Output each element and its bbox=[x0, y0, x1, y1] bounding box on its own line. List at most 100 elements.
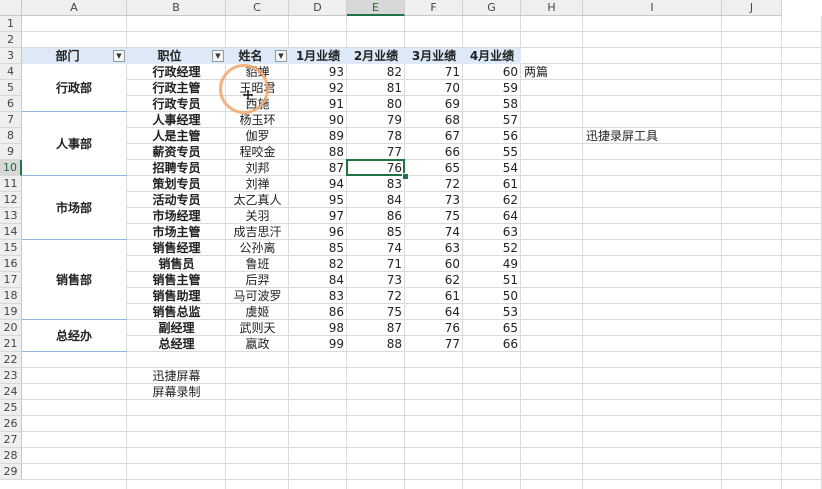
month-value-cell[interactable]: 80 bbox=[347, 96, 405, 112]
month-value-cell[interactable]: 98 bbox=[289, 320, 347, 336]
position-cell[interactable]: 销售员 bbox=[127, 256, 226, 272]
position-cell[interactable]: 销售经理 bbox=[127, 240, 226, 256]
column-header-d[interactable]: D bbox=[289, 0, 347, 16]
column-header-c[interactable]: C bbox=[226, 0, 289, 16]
month-value-cell[interactable]: 96 bbox=[289, 224, 347, 240]
row-header-29[interactable]: 29 bbox=[0, 464, 22, 480]
name-cell[interactable]: 杨玉环 bbox=[226, 112, 289, 128]
name-cell[interactable]: 公孙离 bbox=[226, 240, 289, 256]
month-value-cell[interactable]: 86 bbox=[289, 304, 347, 320]
month-value-cell[interactable]: 83 bbox=[347, 176, 405, 192]
month-value-cell[interactable]: 86 bbox=[347, 208, 405, 224]
row-header-19[interactable]: 19 bbox=[0, 304, 22, 320]
row-header-15[interactable]: 15 bbox=[0, 240, 22, 256]
extra-note-b23[interactable]: 迅捷屏幕 bbox=[127, 368, 226, 384]
month-value-cell[interactable]: 85 bbox=[289, 240, 347, 256]
month-value-cell[interactable]: 54 bbox=[463, 160, 521, 176]
name-cell[interactable]: 关羽 bbox=[226, 208, 289, 224]
row-header-17[interactable]: 17 bbox=[0, 272, 22, 288]
position-cell[interactable]: 市场主管 bbox=[127, 224, 226, 240]
name-cell[interactable]: 刘邦 bbox=[226, 160, 289, 176]
month-value-cell[interactable]: 64 bbox=[405, 304, 463, 320]
month-value-cell[interactable]: 50 bbox=[463, 288, 521, 304]
month-value-cell[interactable]: 51 bbox=[463, 272, 521, 288]
row-header-3[interactable]: 3 bbox=[0, 48, 22, 64]
month-value-cell[interactable]: 76 bbox=[405, 320, 463, 336]
department-merged-cell[interactable]: 销售部 bbox=[22, 240, 126, 319]
name-cell[interactable]: 刘禅 bbox=[226, 176, 289, 192]
column-header-e[interactable]: E bbox=[347, 0, 405, 16]
filter-dropdown-icon[interactable]: ▼ bbox=[113, 50, 125, 62]
month-value-cell[interactable]: 89 bbox=[289, 128, 347, 144]
month-value-cell[interactable]: 75 bbox=[405, 208, 463, 224]
month-value-cell[interactable]: 66 bbox=[463, 336, 521, 352]
month-value-cell[interactable]: 56 bbox=[463, 128, 521, 144]
row-header-5[interactable]: 5 bbox=[0, 80, 22, 96]
position-cell[interactable]: 总经理 bbox=[127, 336, 226, 352]
position-cell[interactable]: 人事经理 bbox=[127, 112, 226, 128]
position-cell[interactable]: 销售助理 bbox=[127, 288, 226, 304]
month-value-cell[interactable]: 74 bbox=[405, 224, 463, 240]
month-value-cell[interactable]: 87 bbox=[347, 320, 405, 336]
column-header-f[interactable]: F bbox=[405, 0, 463, 16]
month-value-cell[interactable]: 61 bbox=[463, 176, 521, 192]
row-header-12[interactable]: 12 bbox=[0, 192, 22, 208]
position-cell[interactable]: 策划专员 bbox=[127, 176, 226, 192]
fill-handle[interactable] bbox=[402, 173, 409, 180]
name-cell[interactable]: 成吉思汗 bbox=[226, 224, 289, 240]
row-header-7[interactable]: 7 bbox=[0, 112, 22, 128]
month-value-cell[interactable]: 72 bbox=[405, 176, 463, 192]
spreadsheet-grid[interactable]: A B C D E F G H I J 1 2 3 4 5 6 7 8 9 10 11 12 13 14 15 16 17 18 19 2… bbox=[0, 0, 822, 489]
department-merged-cell[interactable]: 总经办 bbox=[22, 320, 126, 351]
position-cell[interactable]: 副经理 bbox=[127, 320, 226, 336]
position-cell[interactable]: 销售主管 bbox=[127, 272, 226, 288]
name-cell[interactable]: 鲁班 bbox=[226, 256, 289, 272]
position-cell[interactable]: 活动专员 bbox=[127, 192, 226, 208]
row-header-28[interactable]: 28 bbox=[0, 448, 22, 464]
month-value-cell[interactable]: 71 bbox=[347, 256, 405, 272]
month-value-cell[interactable]: 63 bbox=[405, 240, 463, 256]
row-header-25[interactable]: 25 bbox=[0, 400, 22, 416]
month-value-cell[interactable]: 88 bbox=[347, 336, 405, 352]
column-header-i[interactable]: I bbox=[583, 0, 722, 16]
filter-dropdown-icon[interactable]: ▼ bbox=[275, 50, 287, 62]
month-value-cell[interactable]: 62 bbox=[405, 272, 463, 288]
department-merged-cell[interactable]: 行政部 bbox=[22, 64, 126, 111]
row-header-10[interactable]: 10 bbox=[0, 160, 22, 176]
department-merged-cell[interactable]: 市场部 bbox=[22, 176, 126, 239]
month-value-cell[interactable]: 77 bbox=[347, 144, 405, 160]
column-header-a[interactable]: A bbox=[22, 0, 127, 16]
row-header-1[interactable]: 1 bbox=[0, 16, 22, 32]
row-header-26[interactable]: 26 bbox=[0, 416, 22, 432]
month-value-cell[interactable]: 92 bbox=[289, 80, 347, 96]
row-header-14[interactable]: 14 bbox=[0, 224, 22, 240]
month-value-cell[interactable]: 77 bbox=[405, 336, 463, 352]
month-value-cell[interactable]: 59 bbox=[463, 80, 521, 96]
row-header-4[interactable]: 4 bbox=[0, 64, 22, 80]
month-value-cell[interactable]: 73 bbox=[405, 192, 463, 208]
select-all-corner[interactable] bbox=[0, 0, 22, 16]
row-header-13[interactable]: 13 bbox=[0, 208, 22, 224]
month-value-cell[interactable]: 78 bbox=[347, 128, 405, 144]
month-value-cell[interactable]: 94 bbox=[289, 176, 347, 192]
month-value-cell[interactable]: 90 bbox=[289, 112, 347, 128]
name-cell[interactable]: 嬴政 bbox=[226, 336, 289, 352]
month-value-cell[interactable]: 72 bbox=[347, 288, 405, 304]
month-value-cell[interactable]: 84 bbox=[289, 272, 347, 288]
name-cell[interactable]: 程咬金 bbox=[226, 144, 289, 160]
row-header-21[interactable]: 21 bbox=[0, 336, 22, 352]
column-header-j[interactable]: J bbox=[722, 0, 782, 16]
month-value-cell[interactable]: 61 bbox=[405, 288, 463, 304]
position-cell[interactable]: 行政经理 bbox=[127, 64, 226, 80]
extra-note-b24[interactable]: 屏幕录制 bbox=[127, 384, 226, 400]
position-cell[interactable]: 招聘专员 bbox=[127, 160, 226, 176]
extra-note-h4[interactable]: 两篇 bbox=[521, 64, 583, 80]
extra-note-i8[interactable]: 迅捷录屏工具 bbox=[583, 128, 722, 144]
month-value-cell[interactable]: 84 bbox=[347, 192, 405, 208]
row-header-22[interactable]: 22 bbox=[0, 352, 22, 368]
month-value-cell[interactable]: 85 bbox=[347, 224, 405, 240]
month-value-cell[interactable]: 81 bbox=[347, 80, 405, 96]
row-header-27[interactable]: 27 bbox=[0, 432, 22, 448]
month-value-cell[interactable]: 82 bbox=[347, 64, 405, 80]
month-value-cell[interactable]: 97 bbox=[289, 208, 347, 224]
